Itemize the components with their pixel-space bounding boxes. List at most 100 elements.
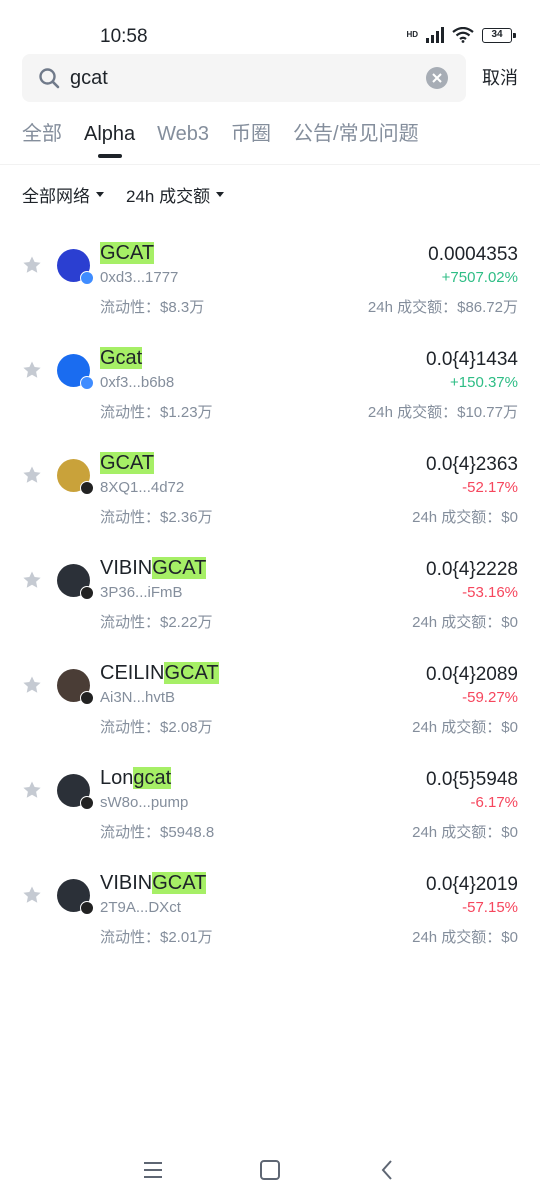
back-icon[interactable] bbox=[376, 1158, 400, 1182]
token-avatar bbox=[57, 774, 94, 810]
tab-alpha[interactable]: Alpha bbox=[84, 118, 135, 158]
tab-crypto[interactable]: 币圈 bbox=[231, 118, 271, 158]
token-row[interactable]: GCAT 0xd3...1777 流动性：$8.3万 0.0004353 +75… bbox=[0, 236, 540, 341]
search-icon bbox=[39, 68, 60, 89]
caret-down-icon bbox=[216, 191, 225, 197]
token-volume: 24h 成交额：$0 bbox=[412, 719, 518, 736]
token-volume: 24h 成交额：$0 bbox=[412, 824, 518, 841]
token-avatar bbox=[57, 459, 94, 495]
tab-web3[interactable]: Web3 bbox=[157, 118, 209, 158]
token-liquidity: 流动性：$2.08万 bbox=[100, 719, 213, 736]
token-change: -52.17% bbox=[462, 479, 518, 496]
token-volume: 24h 成交额：$86.72万 bbox=[367, 299, 518, 316]
chain-badge-icon bbox=[80, 376, 94, 390]
token-symbol: GCAT bbox=[100, 452, 155, 474]
token-symbol: GCAT bbox=[100, 242, 155, 264]
search-box[interactable] bbox=[22, 54, 466, 102]
battery-indicator: 34 bbox=[482, 27, 516, 43]
token-change: -6.17% bbox=[470, 794, 518, 811]
chain-badge-icon bbox=[80, 901, 94, 915]
star-icon[interactable] bbox=[22, 885, 42, 905]
token-symbol: VIBINGCAT bbox=[100, 557, 207, 579]
star-icon[interactable] bbox=[22, 570, 42, 590]
token-volume: 24h 成交额：$0 bbox=[412, 509, 518, 526]
token-volume: 24h 成交额：$0 bbox=[412, 614, 518, 631]
system-nav-bar bbox=[0, 1140, 540, 1200]
token-avatar bbox=[57, 564, 94, 600]
token-symbol: Longcat bbox=[100, 767, 172, 789]
status-bar: 10:58 HD 34 bbox=[0, 0, 540, 52]
search-row: 取消 bbox=[22, 54, 518, 102]
token-change: +150.37% bbox=[450, 374, 518, 391]
token-price: 0.0{5}5948 bbox=[426, 769, 518, 790]
chain-badge-icon bbox=[80, 481, 94, 495]
token-liquidity: 流动性：$2.01万 bbox=[100, 929, 213, 946]
clear-icon[interactable] bbox=[426, 67, 448, 89]
chain-badge-icon bbox=[80, 271, 94, 285]
chain-badge-icon bbox=[80, 691, 94, 705]
token-change: -53.16% bbox=[462, 584, 518, 601]
token-address: 2T9A...DXct bbox=[100, 899, 181, 916]
token-avatar bbox=[57, 669, 94, 705]
network-filter-label: 全部网络 bbox=[22, 186, 90, 206]
token-change: +7507.02% bbox=[441, 269, 518, 286]
token-symbol: Gcat bbox=[100, 347, 143, 369]
status-icons: HD 34 bbox=[406, 27, 516, 43]
status-time: 10:58 bbox=[100, 26, 148, 47]
network-label: HD bbox=[406, 30, 418, 39]
token-price: 0.0{4}2363 bbox=[426, 454, 518, 475]
token-row[interactable]: VIBINGCAT 2T9A...DXct 流动性：$2.01万 0.0{4}2… bbox=[0, 866, 540, 971]
token-volume: 24h 成交额：$0 bbox=[412, 929, 518, 946]
star-icon[interactable] bbox=[22, 465, 42, 485]
cancel-button[interactable]: 取消 bbox=[482, 64, 518, 90]
signal-icon bbox=[426, 27, 444, 43]
search-input[interactable] bbox=[70, 54, 410, 102]
token-volume: 24h 成交额：$10.77万 bbox=[367, 404, 518, 421]
token-price: 0.0{4}2228 bbox=[426, 559, 518, 580]
wifi-icon bbox=[452, 27, 474, 43]
token-address: 0xd3...1777 bbox=[100, 269, 179, 286]
close-icon bbox=[432, 73, 442, 83]
filter-bar: 全部网络 24h 成交额 bbox=[22, 180, 225, 208]
token-liquidity: 流动性：$2.22万 bbox=[100, 614, 213, 631]
token-address: 8XQ1...4d72 bbox=[100, 479, 185, 496]
token-price: 0.0{4}2089 bbox=[426, 664, 518, 685]
token-address: sW8o...pump bbox=[100, 794, 189, 811]
token-price: 0.0{4}1434 bbox=[426, 349, 518, 370]
tab-announcements[interactable]: 公告/常见问题 bbox=[293, 118, 419, 158]
token-symbol: VIBINGCAT bbox=[100, 872, 207, 894]
token-row[interactable]: Gcat 0xf3...b6b8 流动性：$1.23万 0.0{4}1434 +… bbox=[0, 341, 540, 446]
token-avatar bbox=[57, 354, 94, 390]
caret-down-icon bbox=[96, 191, 104, 197]
token-liquidity: 流动性：$5948.8 bbox=[100, 824, 215, 841]
chain-badge-icon bbox=[80, 586, 94, 600]
menu-icon[interactable] bbox=[141, 1158, 165, 1182]
tab-all[interactable]: 全部 bbox=[22, 118, 62, 158]
token-price: 0.0004353 bbox=[428, 244, 518, 265]
chain-badge-icon bbox=[80, 796, 94, 810]
star-icon[interactable] bbox=[22, 360, 42, 380]
tab-bar: 全部 Alpha Web3 币圈 公告/常见问题 bbox=[22, 118, 419, 166]
star-icon[interactable] bbox=[22, 675, 42, 695]
token-avatar bbox=[57, 879, 94, 915]
token-row[interactable]: VIBINGCAT 3P36...iFmB 流动性：$2.22万 0.0{4}2… bbox=[0, 551, 540, 656]
sort-filter-label: 24h 成交额 bbox=[126, 186, 211, 206]
sort-filter[interactable]: 24h 成交额 bbox=[126, 180, 225, 208]
token-symbol: CEILINGCAT bbox=[100, 662, 219, 684]
divider bbox=[0, 164, 540, 165]
token-row[interactable]: Longcat sW8o...pump 流动性：$5948.8 0.0{5}59… bbox=[0, 761, 540, 866]
token-price: 0.0{4}2019 bbox=[426, 874, 518, 895]
token-address: 3P36...iFmB bbox=[100, 584, 183, 601]
network-filter[interactable]: 全部网络 bbox=[22, 180, 104, 208]
token-row[interactable]: CEILINGCAT Ai3N...hvtB 流动性：$2.08万 0.0{4}… bbox=[0, 656, 540, 761]
token-change: -57.15% bbox=[462, 899, 518, 916]
token-address: 0xf3...b6b8 bbox=[100, 374, 175, 391]
token-change: -59.27% bbox=[462, 689, 518, 706]
star-icon[interactable] bbox=[22, 255, 42, 275]
star-icon[interactable] bbox=[22, 780, 42, 800]
home-icon[interactable] bbox=[258, 1158, 282, 1182]
token-liquidity: 流动性：$8.3万 bbox=[100, 299, 205, 316]
token-address: Ai3N...hvtB bbox=[100, 689, 176, 706]
token-row[interactable]: GCAT 8XQ1...4d72 流动性：$2.36万 0.0{4}2363 -… bbox=[0, 446, 540, 551]
token-avatar bbox=[57, 249, 94, 285]
